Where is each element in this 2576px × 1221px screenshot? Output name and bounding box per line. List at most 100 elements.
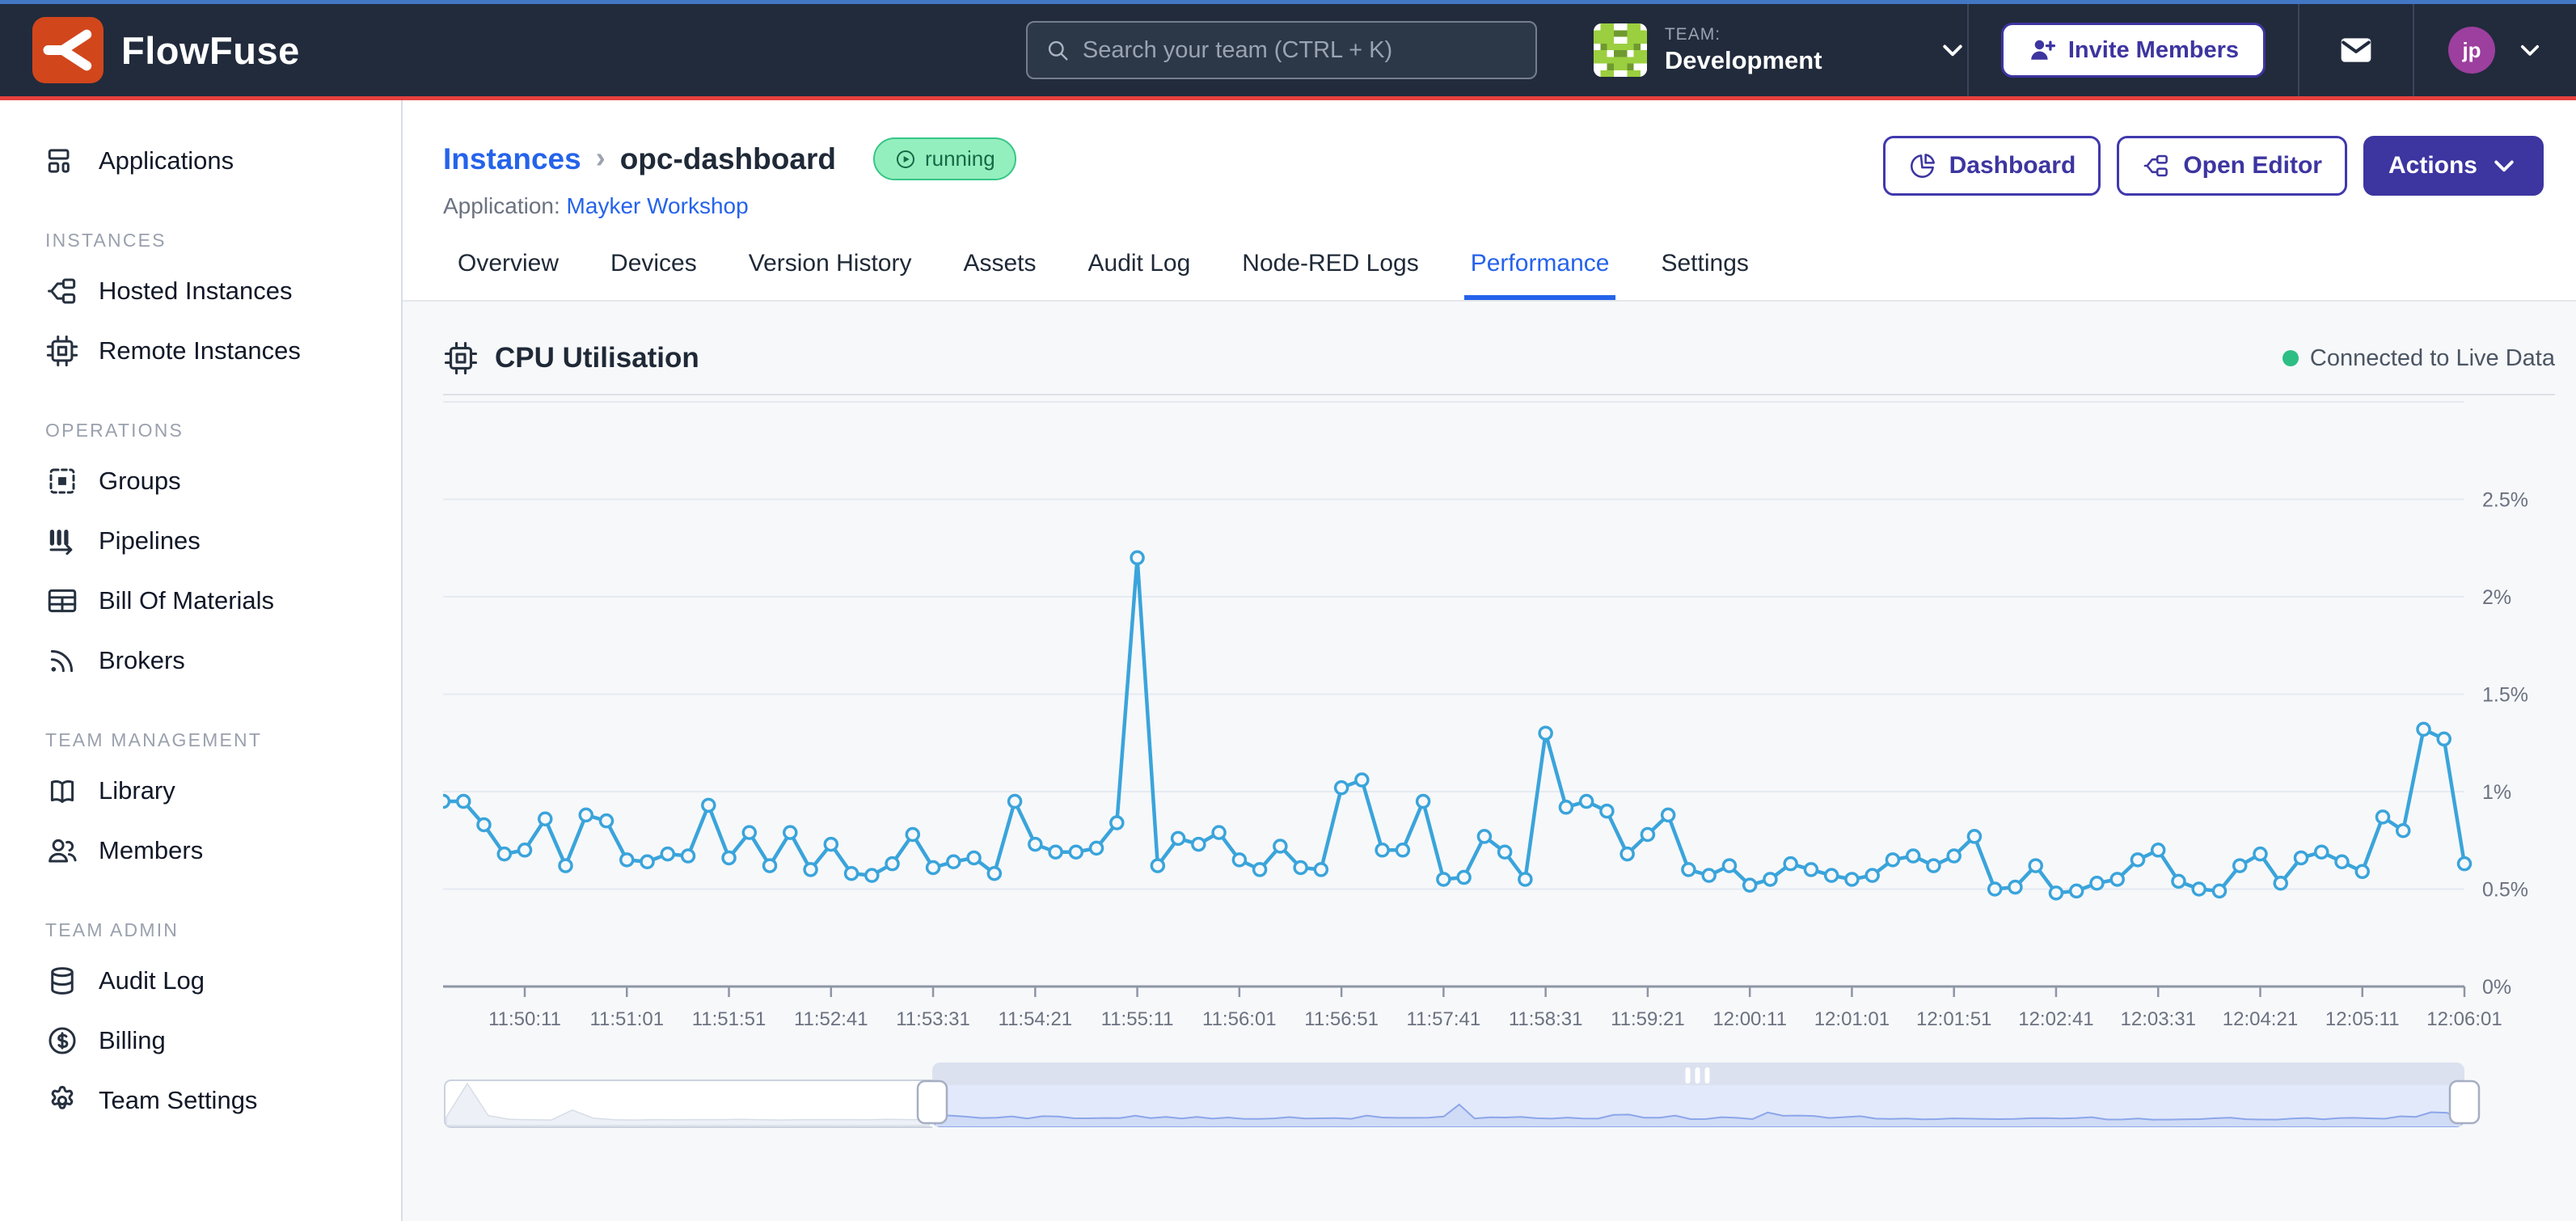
application-line: Application: Mayker Workshop — [443, 193, 2544, 219]
sidebar-item-brokers[interactable]: Brokers — [0, 631, 401, 691]
svg-text:1%: 1% — [2482, 781, 2511, 804]
svg-text:11:56:51: 11:56:51 — [1304, 1008, 1379, 1030]
svg-text:12:03:31: 12:03:31 — [2121, 1008, 2196, 1030]
navbar-divider — [1967, 4, 1969, 96]
open-editor-button[interactable]: Open Editor — [2117, 136, 2347, 196]
tab-assets[interactable]: Assets — [956, 250, 1042, 300]
sidebar-item-audit-log[interactable]: Audit Log — [0, 951, 401, 1011]
sidebar-item-billing[interactable]: Billing — [0, 1011, 401, 1071]
user-plus-icon — [2028, 36, 2057, 65]
svg-text:12:05:11: 12:05:11 — [2325, 1008, 2400, 1030]
svg-text:0%: 0% — [2482, 976, 2511, 999]
user-menu[interactable]: jp — [2448, 27, 2544, 74]
application-label: Application: — [443, 193, 560, 218]
svg-text:11:50:11: 11:50:11 — [488, 1008, 561, 1030]
invite-members-label: Invite Members — [2068, 37, 2239, 64]
team-search[interactable] — [1026, 21, 1537, 79]
instance-actions: Dashboard Open Editor Actions — [1883, 136, 2544, 196]
svg-text:11:57:41: 11:57:41 — [1407, 1008, 1481, 1030]
performance-content: CPU Utilisation Connected to Live Data 0… — [403, 302, 2576, 1221]
actions-label: Actions — [2388, 152, 2477, 180]
svg-text:11:52:41: 11:52:41 — [794, 1008, 868, 1030]
page-title: opc-dashboard — [620, 142, 836, 176]
sidebar-item-applications[interactable]: Applications — [0, 131, 401, 191]
svg-text:11:58:31: 11:58:31 — [1509, 1008, 1583, 1030]
sidebar-item-label: Billing — [99, 1026, 166, 1055]
sidebar-item-library[interactable]: Library — [0, 761, 401, 821]
status-badge-label: running — [925, 146, 995, 171]
team-label: TEAM: — [1665, 25, 1822, 44]
svg-text:1.5%: 1.5% — [2482, 684, 2528, 707]
tab-performance[interactable]: Performance — [1464, 250, 1616, 300]
sidebar-item-label: Members — [99, 836, 203, 865]
team-avatar — [1594, 23, 1647, 77]
svg-text:11:51:51: 11:51:51 — [692, 1008, 766, 1030]
sidebar-item-bill-of-materials[interactable]: Bill Of Materials — [0, 571, 401, 631]
svg-text:11:55:11: 11:55:11 — [1101, 1008, 1174, 1030]
dashboard-label: Dashboard — [1949, 152, 2076, 180]
search-icon — [1044, 36, 1071, 64]
application-link[interactable]: Mayker Workshop — [567, 193, 749, 218]
brand-name: FlowFuse — [121, 28, 300, 73]
book-icon — [45, 774, 79, 808]
breadcrumb-instances-link[interactable]: Instances — [443, 142, 581, 176]
mail-icon — [2337, 32, 2375, 68]
svg-text:11:51:01: 11:51:01 — [589, 1008, 664, 1030]
sidebar-item-label: Library — [99, 776, 175, 805]
tab-node-red-logs[interactable]: Node-RED Logs — [1235, 250, 1425, 300]
sidebar-item-label: Team Settings — [99, 1086, 257, 1115]
sidebar-item-label: Remote Instances — [99, 336, 301, 365]
svg-text:11:53:31: 11:53:31 — [896, 1008, 970, 1030]
chevron-down-icon[interactable] — [1938, 36, 1967, 65]
sidebar-item-label: Pipelines — [99, 526, 201, 556]
chart-pie-icon — [1908, 151, 1937, 180]
tab-overview[interactable]: Overview — [451, 250, 565, 300]
tab-version-history[interactable]: Version History — [742, 250, 918, 300]
status-badge: running — [873, 137, 1016, 180]
sidebar-item-label: Hosted Instances — [99, 277, 293, 306]
database-icon — [45, 964, 79, 998]
sidebar-item-members[interactable]: Members — [0, 821, 401, 881]
flow-editor-icon — [2142, 151, 2171, 180]
sidebar-item-label: Brokers — [99, 646, 185, 675]
breadcrumb-separator: › — [596, 141, 606, 178]
page-header: Instances › opc-dashboard running Applic… — [403, 100, 2576, 302]
sidebar-item-pipelines[interactable]: Pipelines — [0, 511, 401, 571]
applications-icon — [45, 144, 79, 178]
avatar: jp — [2448, 27, 2495, 74]
instance-tabs: Overview Devices Version History Assets Audi… — [443, 250, 2544, 300]
sidebar-item-groups[interactable]: Groups — [0, 451, 401, 511]
chart-range-brush[interactable] — [443, 1059, 2555, 1134]
sidebar-item-label: Bill Of Materials — [99, 586, 274, 615]
svg-text:12:04:21: 12:04:21 — [2223, 1008, 2298, 1030]
tab-audit-log[interactable]: Audit Log — [1082, 250, 1197, 300]
navbar-divider — [2413, 4, 2414, 96]
svg-text:2%: 2% — [2482, 586, 2511, 609]
live-status: Connected to Live Data — [2283, 345, 2555, 372]
svg-text:11:54:21: 11:54:21 — [999, 1008, 1073, 1030]
rss-icon — [45, 644, 79, 678]
search-input[interactable] — [1083, 37, 1519, 64]
pipelines-icon — [45, 524, 79, 558]
notifications-button[interactable] — [2337, 32, 2375, 68]
sidebar-item-hosted-instances[interactable]: Hosted Instances — [0, 261, 401, 321]
tab-devices[interactable]: Devices — [604, 250, 703, 300]
top-navbar: FlowFuse TE — [0, 0, 2576, 100]
sidebar-item-team-settings[interactable]: Team Settings — [0, 1071, 401, 1130]
navbar-divider — [2298, 4, 2299, 96]
play-circle-icon — [894, 148, 917, 171]
svg-text:11:56:01: 11:56:01 — [1202, 1008, 1277, 1030]
svg-text:12:06:01: 12:06:01 — [2426, 1008, 2502, 1030]
team-selector[interactable]: TEAM: Development — [1594, 23, 1967, 77]
svg-text:0.5%: 0.5% — [2482, 879, 2528, 902]
live-status-label: Connected to Live Data — [2310, 345, 2555, 372]
sidebar-section-instances: INSTANCES — [0, 230, 401, 251]
invite-members-button[interactable]: Invite Members — [2001, 23, 2266, 78]
sidebar-item-remote-instances[interactable]: Remote Instances — [0, 321, 401, 381]
actions-button[interactable]: Actions — [2363, 136, 2544, 196]
tab-settings[interactable]: Settings — [1654, 250, 1755, 300]
dashboard-button[interactable]: Dashboard — [1883, 136, 2101, 196]
cpu-utilisation-chart: 0%0.5%1%1.5%2%2.5%11:50:1111:51:0111:51:… — [443, 395, 2555, 1037]
flowfuse-logo-icon[interactable] — [32, 17, 103, 83]
chart-title: CPU Utilisation — [495, 342, 699, 374]
